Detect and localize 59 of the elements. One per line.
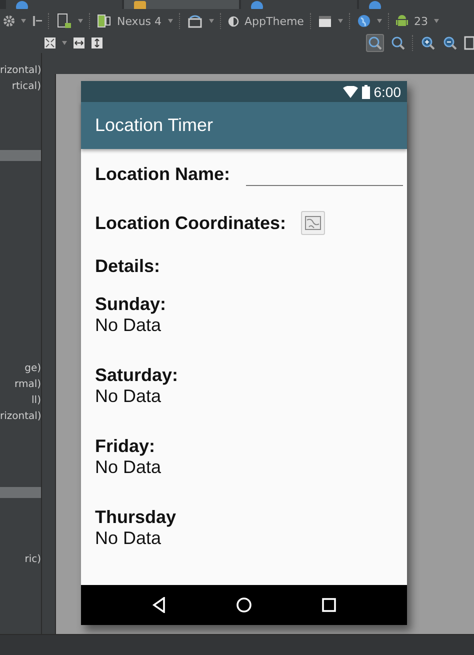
- wifi-icon: [342, 86, 358, 98]
- theme-dropdown[interactable]: AppTheme: [244, 14, 304, 28]
- editor-tab[interactable]: [6, 0, 122, 9]
- day-value: No Data: [95, 386, 162, 407]
- zoom-in-icon[interactable]: [420, 35, 436, 51]
- theme-icon[interactable]: [228, 16, 239, 26]
- palette-item[interactable]: ll): [0, 393, 41, 409]
- actual-size-icon[interactable]: [390, 35, 406, 51]
- details-heading: Details:: [95, 256, 162, 277]
- field-label: Location Coordinates:: [95, 212, 286, 234]
- day-label: Friday:: [95, 436, 156, 457]
- caret-icon[interactable]: [376, 19, 382, 23]
- caret-icon[interactable]: [78, 19, 83, 23]
- settings-icon[interactable]: [3, 15, 15, 27]
- palette-item[interactable]: rizontal): [0, 63, 41, 79]
- day-label: Sunday:: [95, 294, 168, 315]
- palette-item[interactable]: rmal): [0, 377, 41, 393]
- editor-tab[interactable]: [124, 0, 239, 9]
- home-icon[interactable]: [236, 597, 252, 613]
- editor-tab[interactable]: [358, 0, 474, 9]
- phone-icon[interactable]: [97, 14, 111, 28]
- palette-item[interactable]: rizontal): [0, 409, 41, 425]
- editor-tab[interactable]: [241, 0, 356, 9]
- recents-icon[interactable]: [322, 598, 336, 612]
- palette-item[interactable]: ge): [0, 361, 41, 377]
- caret-icon[interactable]: [208, 19, 214, 23]
- zoom-out-icon[interactable]: [442, 35, 458, 51]
- battery-icon: [362, 84, 370, 98]
- map-button[interactable]: [301, 211, 326, 235]
- screen-icon[interactable]: [56, 13, 72, 29]
- layout-icon[interactable]: [318, 14, 332, 28]
- zoom-fit-icon[interactable]: [44, 37, 56, 49]
- day-value: No Data: [95, 457, 162, 478]
- api-level-dropdown[interactable]: 23: [414, 14, 428, 28]
- expand-vertical-icon[interactable]: [91, 37, 103, 49]
- map-icon: [305, 216, 322, 230]
- android-icon[interactable]: [396, 14, 408, 28]
- caret-icon[interactable]: [434, 19, 439, 23]
- caret-icon[interactable]: [62, 41, 67, 45]
- app-title: Location Timer: [95, 115, 214, 136]
- day-value: No Data: [95, 315, 162, 336]
- expand-horizontal-icon[interactable]: [73, 37, 85, 49]
- status-time: 6:00: [374, 84, 401, 100]
- field-label: Location Name:: [95, 164, 230, 184]
- caret-icon[interactable]: [21, 19, 26, 23]
- globe-icon[interactable]: [356, 14, 371, 28]
- back-icon[interactable]: [152, 597, 166, 613]
- day-label: Thursday: [95, 507, 178, 528]
- screenshot-icon[interactable]: [464, 36, 474, 50]
- palette-item[interactable]: ric): [0, 552, 41, 568]
- caret-icon[interactable]: [168, 19, 173, 23]
- caret-icon[interactable]: [338, 19, 343, 23]
- day-value: No Data: [95, 528, 162, 549]
- device-dropdown[interactable]: Nexus 4: [117, 14, 162, 28]
- zoom-to-fit-icon[interactable]: [366, 34, 384, 52]
- palette-item[interactable]: rtical): [0, 79, 41, 95]
- pin-icon[interactable]: [32, 15, 42, 27]
- rotate-icon[interactable]: [186, 14, 203, 28]
- day-label: Saturday:: [95, 365, 180, 386]
